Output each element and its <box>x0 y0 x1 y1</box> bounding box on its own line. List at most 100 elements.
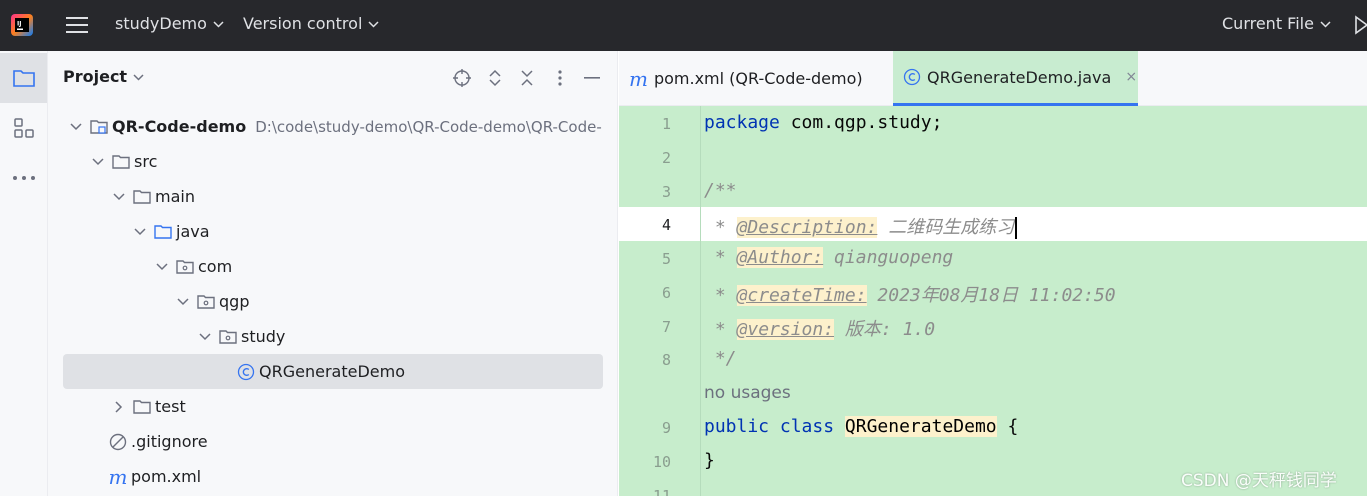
tree-row-com[interactable]: com <box>154 249 232 284</box>
java-class-icon <box>237 363 255 381</box>
project-panel-title[interactable]: Project <box>63 67 144 86</box>
code-editor[interactable]: 1 2 3 4 5 6 7 8 9 10 11 package com.qgp.… <box>619 106 1367 496</box>
main-menu-icon[interactable] <box>66 15 88 35</box>
tree-label: QRGenerateDemo <box>259 362 405 381</box>
project-tool-button[interactable] <box>0 53 47 103</box>
code-line-1: package com.qgp.study; <box>704 112 942 133</box>
javadoc-star: * <box>704 285 737 306</box>
source-folder-icon <box>154 223 172 241</box>
chevron-down-icon <box>1320 21 1331 28</box>
javadoc-value: 版本: 1.0 <box>834 319 936 340</box>
ide-window: IJ studyDemo Version control Current Fil… <box>0 0 1367 496</box>
tree-label: study <box>241 327 286 346</box>
ignored-file-icon <box>109 433 127 451</box>
line-number: 8 <box>661 351 671 369</box>
chevron-down-icon <box>213 21 224 28</box>
title-bar: IJ studyDemo Version control Current Fil… <box>0 0 1367 51</box>
structure-tool-button[interactable] <box>0 103 47 153</box>
javadoc-open: /** <box>704 180 737 201</box>
gutter-divider <box>700 106 701 496</box>
chevron-down-icon[interactable] <box>68 119 84 135</box>
line-number: 9 <box>661 419 671 437</box>
tree-label: src <box>134 152 158 171</box>
javadoc-value: 二维码生成练习 <box>877 217 1015 238</box>
tree-label: .gitignore <box>131 432 208 451</box>
javadoc-star: * <box>704 319 737 340</box>
keyword: package <box>704 112 780 133</box>
tree-label: main <box>155 187 195 206</box>
hide-panel-button[interactable] <box>582 68 602 88</box>
chevron-right-icon[interactable] <box>111 399 127 415</box>
options-button[interactable] <box>550 68 570 88</box>
expand-all-icon <box>489 69 501 87</box>
tree-row-main[interactable]: main <box>111 179 195 214</box>
line-number: 5 <box>661 250 671 268</box>
text-caret <box>1015 217 1018 239</box>
tab-pom-xml[interactable]: m pom.xml (QR-Code-demo) <box>629 51 891 106</box>
tree-row-gitignore[interactable]: .gitignore <box>109 424 208 459</box>
chevron-down-icon[interactable] <box>197 329 213 345</box>
keyword: class <box>779 416 835 437</box>
chevron-down-icon <box>133 74 144 81</box>
run-config-widget[interactable]: Current File <box>1222 14 1331 33</box>
tree-row-test[interactable]: test <box>111 389 186 424</box>
module-path: D:\code\study-demo\QR-Code-demo\QR-Code- <box>255 117 602 136</box>
chevron-down-icon[interactable] <box>90 154 106 170</box>
javadoc-star: * <box>704 217 737 238</box>
collapse-all-icon <box>521 70 533 86</box>
tree-row-src[interactable]: src <box>90 144 157 179</box>
keyword: public <box>704 416 770 437</box>
java-class-icon <box>903 68 921 86</box>
tree-row-module[interactable]: QR-Code-demo D:\code\study-demo\QR-Code-… <box>68 109 602 144</box>
run-config-label: Current File <box>1222 14 1314 33</box>
folder-icon <box>12 70 35 87</box>
chevron-down-icon[interactable] <box>111 189 127 205</box>
code-line-6: * @createTime: 2023年08月18日 11:02:50 <box>704 281 1116 307</box>
collapse-all-button[interactable] <box>517 68 537 88</box>
chevron-down-icon[interactable] <box>175 294 191 310</box>
tree-label: pom.xml <box>131 467 202 486</box>
open-brace: { <box>996 416 1019 437</box>
line-number: 2 <box>661 149 671 167</box>
folder-icon <box>133 188 151 206</box>
tree-row-study[interactable]: study <box>197 319 285 354</box>
project-widget[interactable]: studyDemo <box>115 14 224 33</box>
code-line-8: */ <box>704 348 737 369</box>
tree-row-qgp[interactable]: qgp <box>175 284 249 319</box>
class-name: QRGenerateDemo <box>844 416 997 437</box>
javadoc-tag: @version: <box>736 319 835 340</box>
line-number: 11 <box>652 487 671 496</box>
more-tools-button[interactable] <box>0 153 47 203</box>
close-icon[interactable]: × <box>1125 69 1137 85</box>
project-title-label: Project <box>63 67 128 86</box>
intellij-logo-icon[interactable]: IJ <box>10 13 34 37</box>
run-icon[interactable] <box>1354 14 1367 36</box>
line-number: 7 <box>661 318 671 336</box>
javadoc-star: * <box>704 247 737 268</box>
locate-file-button[interactable] <box>452 68 472 88</box>
usages-hint[interactable]: no usages <box>704 383 791 403</box>
tree-row-pom[interactable]: m pom.xml <box>108 459 202 494</box>
code-line-10: } <box>704 450 715 471</box>
folder-icon <box>112 153 130 171</box>
code-line-7: * @version: 版本: 1.0 <box>704 315 935 341</box>
watermark: CSDN @天秤钱同学 <box>1181 471 1337 491</box>
chevron-down-icon <box>368 21 379 28</box>
chevron-down-icon[interactable] <box>132 224 148 240</box>
project-panel-actions <box>452 68 602 88</box>
code-line-4: * @Description: 二维码生成练习 <box>704 213 1018 239</box>
svg-text:IJ: IJ <box>17 21 21 28</box>
tree-row-qrgeneratedemo[interactable]: QRGenerateDemo <box>63 354 603 389</box>
tree-label: qgp <box>219 292 250 311</box>
vcs-widget[interactable]: Version control <box>243 14 379 33</box>
maven-icon: m <box>629 66 648 91</box>
folder-icon <box>133 398 151 416</box>
editor-tabs: m pom.xml (QR-Code-demo) QRGenerateDemo.… <box>619 51 1367 106</box>
project-name: studyDemo <box>115 14 207 33</box>
tree-row-java[interactable]: java <box>132 214 210 249</box>
expand-all-button[interactable] <box>485 68 505 88</box>
maven-icon: m <box>108 464 128 489</box>
more-horizontal-icon <box>12 176 35 180</box>
tab-qrgeneratedemo[interactable]: QRGenerateDemo.java × <box>893 51 1138 106</box>
chevron-down-icon[interactable] <box>154 259 170 275</box>
